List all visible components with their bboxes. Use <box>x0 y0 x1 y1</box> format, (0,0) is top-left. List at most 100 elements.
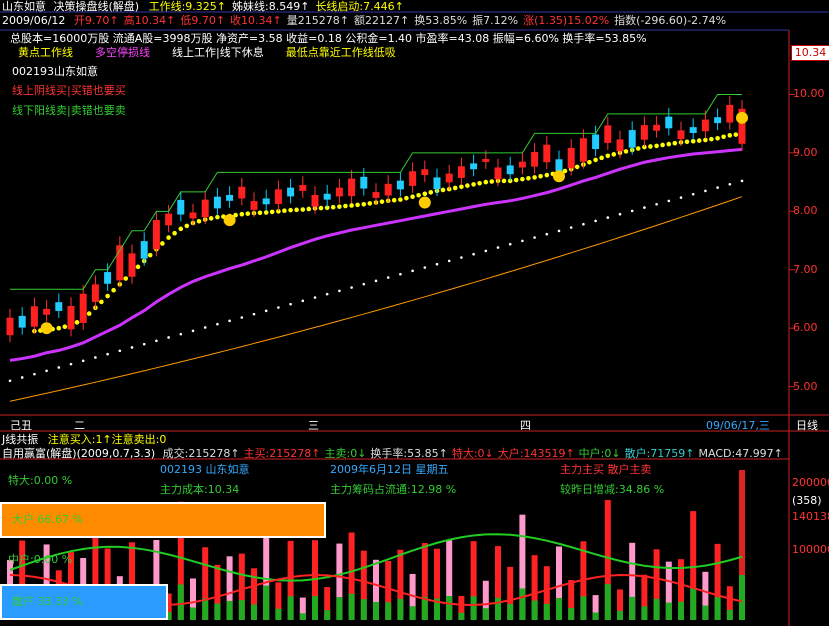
volume-axis-label-3: 100000 <box>792 543 829 556</box>
candle-body <box>372 192 380 198</box>
workline-dot <box>684 139 690 145</box>
candle-body <box>653 124 661 131</box>
longline-dot <box>8 379 12 383</box>
indicator-values: 工作线:9.325↑ 姊妹线:8.549↑ 长线启动:7.446↑ <box>143 0 404 13</box>
longline-dot <box>460 256 463 259</box>
workline-dot <box>367 201 373 206</box>
workline-dot <box>105 293 110 299</box>
workline-dot <box>611 152 617 157</box>
longline-dot <box>252 312 256 316</box>
sub-value-7: 散户:71759↑ <box>624 447 695 460</box>
volume-bar-green <box>226 600 233 620</box>
candle-body <box>335 187 343 197</box>
candle-body <box>604 125 612 143</box>
sub-bar-big-label: 大户 66.67 % <box>12 513 83 526</box>
volume-bar-green <box>678 601 684 620</box>
workline-dot <box>282 208 287 214</box>
workline-dot <box>593 157 598 163</box>
candle-body <box>189 212 197 219</box>
longline-dot <box>264 309 268 313</box>
ohlc-value-2: 低9.70↑ <box>180 14 226 27</box>
workline-dot <box>56 325 62 331</box>
candle-body <box>677 130 685 140</box>
workline-dot <box>99 299 104 305</box>
longline-dot <box>679 196 683 199</box>
longline-dot <box>94 356 97 359</box>
volume-bar-green <box>312 596 318 620</box>
longline-dot <box>191 329 195 333</box>
candle-body <box>506 165 514 175</box>
workline-dot <box>477 180 482 186</box>
longline-dot <box>228 319 231 323</box>
longline-dot <box>350 286 353 289</box>
volume-bar-green <box>299 613 306 620</box>
workline-dot <box>123 276 129 281</box>
longline-dot <box>545 232 549 236</box>
workline-dot <box>709 136 714 142</box>
candle-body <box>482 159 490 162</box>
volume-axis-label-0: 200000 <box>792 476 829 489</box>
candle-body <box>165 213 173 226</box>
workline-dot <box>428 190 434 195</box>
ohlc-value-0: 开9.70↑ <box>73 14 119 27</box>
longline-dot <box>313 296 317 299</box>
candle-body <box>238 186 246 199</box>
fundamentals-line: 总股本=16000万股 流通A股=3998万股 净资产=3.58 收益=0.18… <box>10 32 647 45</box>
current-price-tag: 10.34 <box>791 45 829 61</box>
sub-value-5: 大户:143519↑ <box>497 447 575 460</box>
candle-body <box>79 293 87 323</box>
workline-dot <box>422 191 428 197</box>
workline-dot <box>300 207 306 212</box>
workline-dot <box>172 230 177 236</box>
candle-body <box>104 272 112 284</box>
workline-dot <box>544 172 550 178</box>
candle-body <box>457 166 465 179</box>
panel-title: J线共振 <box>2 433 39 446</box>
workline-dot <box>465 183 470 188</box>
sub-value-1: 主买:215278↑ <box>243 447 321 460</box>
longline-dot <box>569 226 573 229</box>
candle-body <box>567 147 575 169</box>
workline-dot <box>648 144 653 149</box>
longline-dot <box>521 239 524 243</box>
candle-body <box>299 185 307 191</box>
legend-line: 黄点工作线 多空停损线 线上工作|线下休息 最低点靠近工作线低吸 <box>14 46 396 59</box>
volume-bar-green <box>739 575 745 620</box>
longline-dot <box>423 266 427 269</box>
volume-bar-green <box>726 609 733 620</box>
longline-dot <box>484 249 488 253</box>
ohlc-value-1: 高10.34↑ <box>123 14 176 27</box>
volume-bar-green <box>373 601 379 620</box>
candle-body <box>531 151 539 167</box>
sub-tags: 主力主买 散户主卖 <box>560 463 652 476</box>
volume-bar-green <box>507 604 514 620</box>
longline-dot <box>203 326 207 329</box>
candle-body <box>18 315 26 328</box>
longline-dot <box>435 262 439 266</box>
longline-dot <box>179 332 183 336</box>
longline-dot <box>447 259 451 263</box>
workline-dot <box>452 185 458 191</box>
longline-dot <box>362 282 366 286</box>
candle-body <box>616 139 624 152</box>
volume-bar-green <box>580 596 587 620</box>
workline-dot <box>727 133 733 138</box>
candle-body <box>396 180 404 190</box>
candle-body <box>384 183 392 196</box>
longline-dot <box>691 192 695 196</box>
candle-body <box>30 306 38 327</box>
longline-dot <box>338 289 341 293</box>
volume-axis-label-2: 140138 <box>792 510 829 523</box>
legend-item-3: 最低点靠近工作线低吸 <box>285 46 396 59</box>
longline-dot <box>411 269 414 273</box>
sub-value-6: 中户:0↓ <box>578 447 621 460</box>
longline-dot <box>240 316 244 319</box>
workline-dot <box>672 140 678 146</box>
workline-dot <box>215 214 220 220</box>
workline-dot <box>361 202 367 207</box>
workline-dot <box>404 195 409 201</box>
sub-bar-big: 大户 66.67 % <box>0 502 326 538</box>
longline-dot <box>155 339 158 343</box>
price-axis-label-4: 6.00 <box>793 321 818 335</box>
workline-dot <box>459 184 464 190</box>
